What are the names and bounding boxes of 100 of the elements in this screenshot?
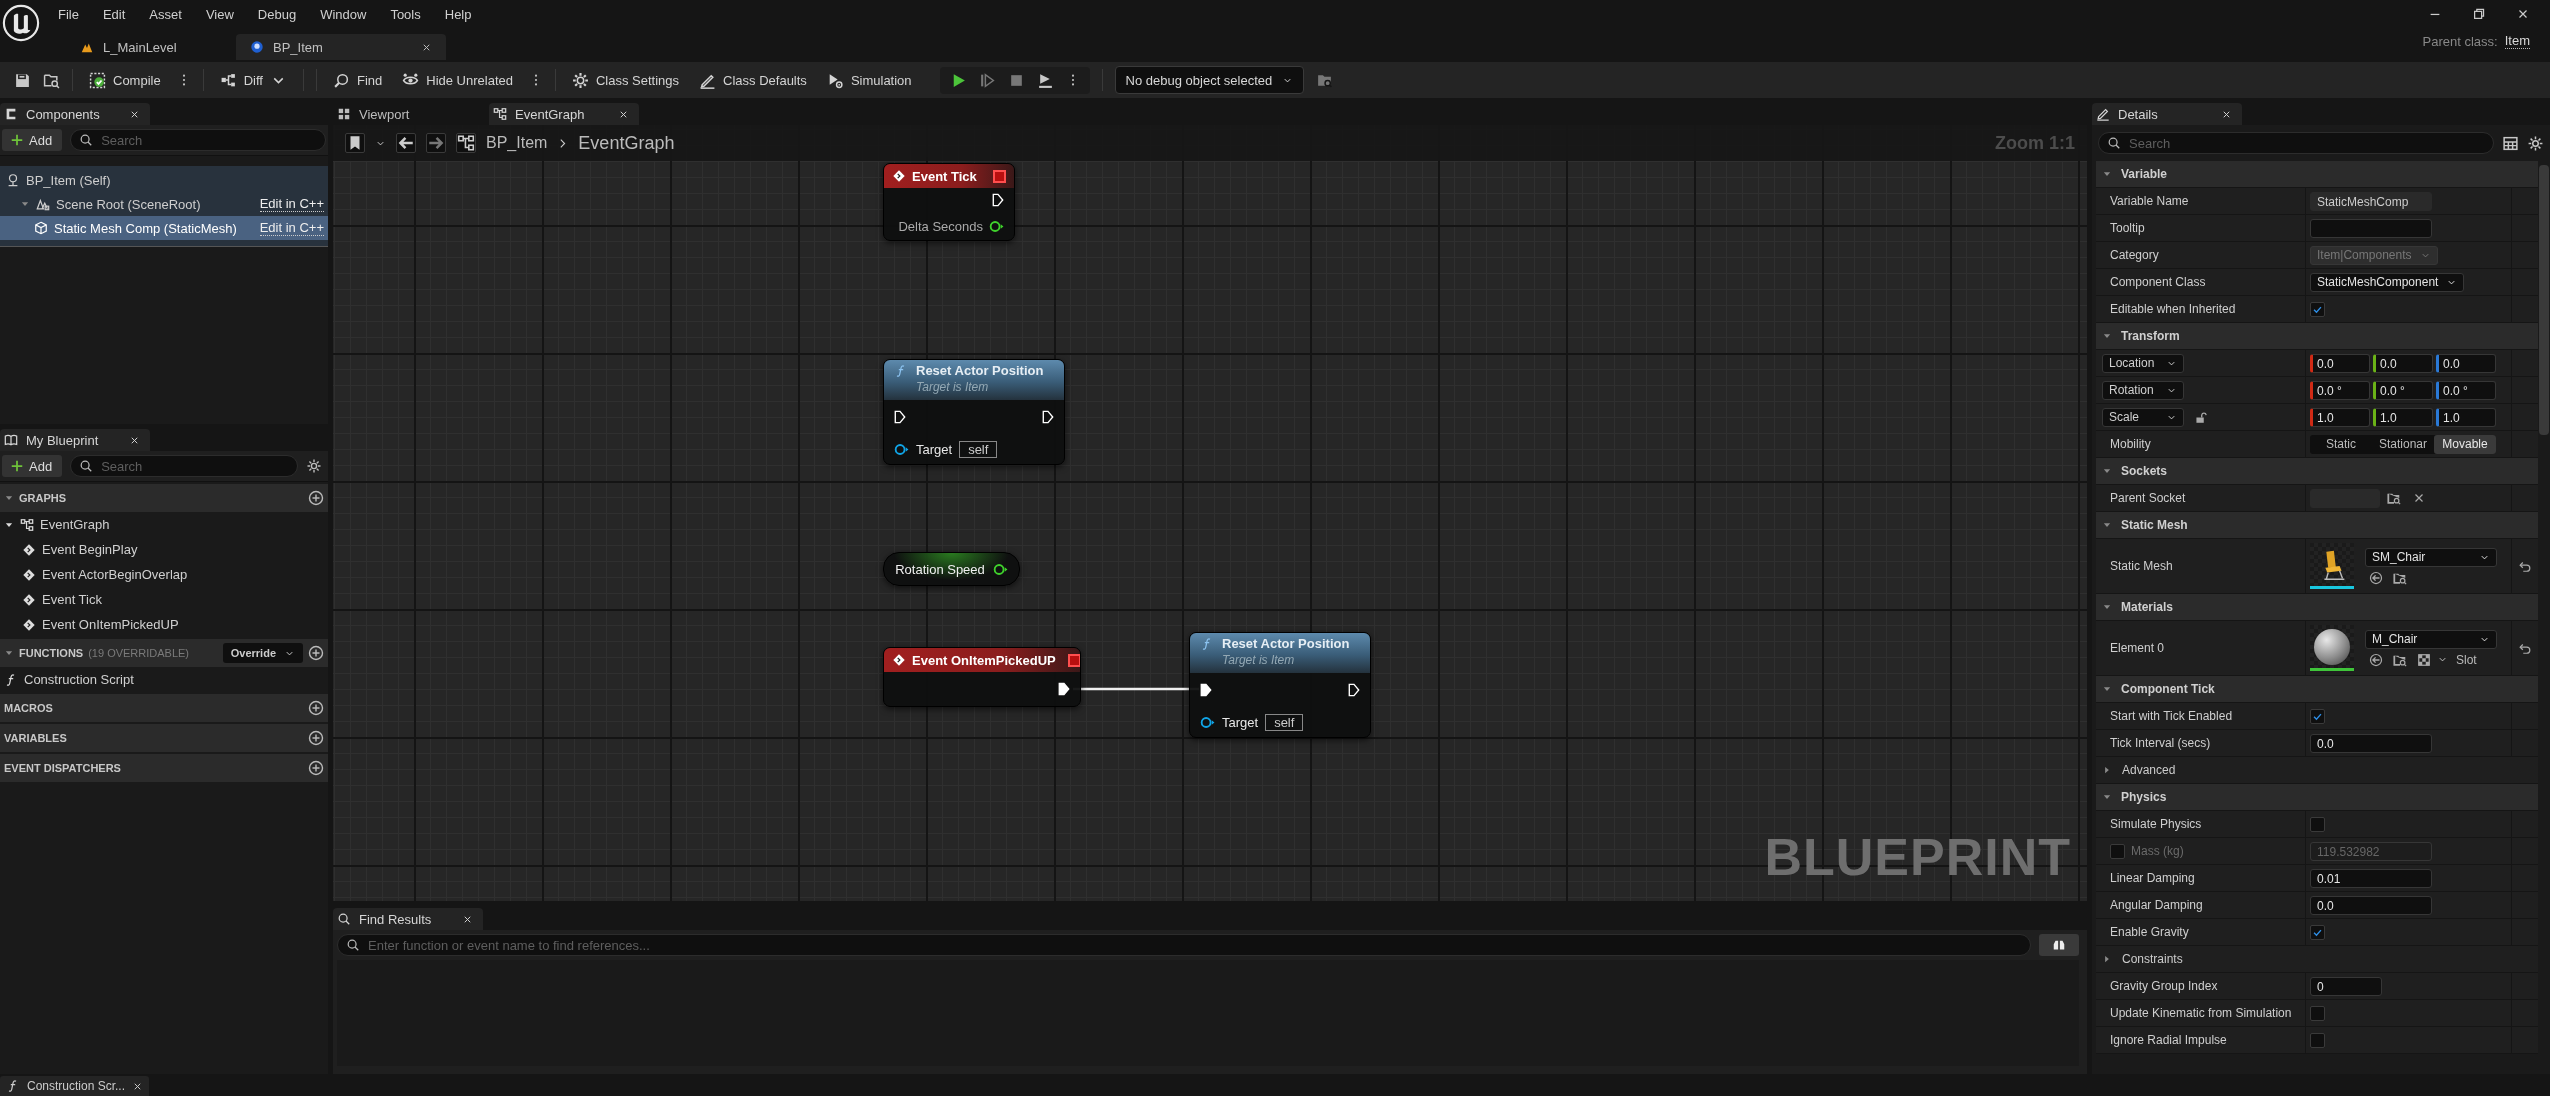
pin-default-value[interactable]: self [1265, 713, 1304, 731]
event-node[interactable]: Event OnItemPickedUP [883, 647, 1081, 707]
number-field[interactable]: 1.0 [2373, 407, 2433, 427]
checkbox[interactable] [2310, 1032, 2325, 1048]
search-field[interactable]: Search [2098, 132, 2494, 154]
category-header[interactable]: Physics [2096, 784, 2538, 811]
chair-thumbnail[interactable] [2310, 543, 2354, 589]
search-field[interactable]: Search [70, 129, 326, 151]
debug-object-dropdown[interactable]: No debug object selected [1114, 66, 1305, 94]
settings-icon[interactable] [2527, 134, 2544, 152]
find-field[interactable]: Enter function or event name to find references... [337, 934, 2031, 956]
dropdown[interactable]: StaticMeshComponent [2310, 272, 2465, 292]
step-icon[interactable] [978, 71, 996, 89]
forward-icon[interactable] [426, 133, 446, 153]
graph-tab[interactable]: Viewport [333, 103, 483, 125]
checkbox[interactable] [2310, 708, 2325, 724]
tree-item[interactable]: Scene Root (SceneRoot) Edit in C++ [0, 192, 328, 216]
document-tab[interactable]: BP_Item [236, 34, 446, 60]
add-icon[interactable] [308, 760, 324, 776]
exec-out-pin[interactable] [1348, 683, 1360, 697]
event-node[interactable]: Event Tick Delta Seconds [883, 163, 1015, 241]
back-icon[interactable] [396, 133, 416, 153]
exec-in-pin[interactable] [894, 410, 906, 424]
breadcrumb[interactable]: BP_Item [486, 134, 548, 152]
category-header[interactable]: Materials [2096, 594, 2538, 621]
delegate-pin[interactable] [993, 169, 1006, 183]
number-field[interactable]: 0.0 [2310, 353, 2370, 373]
transform-mode-dropdown[interactable]: Scale [2102, 407, 2184, 427]
menu-item[interactable]: Tools [378, 6, 433, 22]
padlock-icon[interactable] [2194, 410, 2207, 424]
table-icon[interactable] [2502, 134, 2519, 152]
asset-dropdown[interactable]: SM_Chair [2365, 547, 2497, 567]
category-header[interactable]: Sockets [2096, 458, 2538, 485]
function-node[interactable]: Reset Actor Position Target is Item Target self [1189, 632, 1371, 738]
compile-button[interactable]: Compile [85, 66, 165, 94]
tree-item[interactable]: Static Mesh Comp (StaticMesh) Edit in C++ [0, 216, 328, 240]
menu-item[interactable]: Window [308, 6, 379, 22]
variable-node[interactable]: Rotation Speed [883, 552, 1020, 586]
mobility-option[interactable]: Static [2310, 434, 2372, 454]
use-selected-icon[interactable] [2369, 652, 2383, 667]
breadcrumb[interactable]: EventGraph [578, 132, 675, 154]
checkbox[interactable] [2310, 924, 2325, 940]
bookmark-icon[interactable] [345, 133, 365, 153]
edit-in-cpp-link[interactable]: Edit in C++ [259, 220, 324, 236]
function-node[interactable]: Reset Actor Position Target is Item Target self [883, 359, 1065, 465]
override-dropdown[interactable]: Override [222, 643, 303, 663]
scrollbar-thumb[interactable] [2539, 165, 2549, 435]
blueprint-item[interactable]: Construction Script [0, 667, 328, 692]
use-selected-icon[interactable] [2369, 570, 2383, 585]
output-pin[interactable] [989, 219, 1004, 233]
transform-mode-dropdown[interactable]: Rotation [2102, 380, 2184, 400]
category-header[interactable]: Component Tick [2096, 676, 2538, 703]
section-header[interactable]: VARIABLES [0, 724, 328, 752]
number-field[interactable]: 1.0 [2310, 407, 2370, 427]
number-field[interactable]: 0.0 ° [2436, 380, 2496, 400]
eject-icon[interactable] [1036, 71, 1054, 89]
panel-tab[interactable]: Find Results [333, 908, 483, 930]
exec-in-pin[interactable] [1200, 683, 1212, 697]
panel-tab[interactable]: Components [0, 103, 150, 125]
exec-out-pin[interactable] [1042, 410, 1054, 424]
add-icon[interactable] [308, 730, 324, 746]
edit-in-cpp-link[interactable]: Edit in C++ [259, 196, 324, 212]
exec-out-pin[interactable] [992, 193, 1004, 207]
engine-logo[interactable] [2, 4, 40, 42]
add-icon[interactable] [308, 700, 324, 716]
text-field[interactable] [2310, 218, 2432, 238]
panel-tab[interactable]: Details [2092, 103, 2242, 125]
checker-icon[interactable] [2417, 652, 2431, 667]
browse-icon[interactable] [2387, 491, 2401, 505]
search-field[interactable]: Search [70, 455, 298, 477]
subcategory-header[interactable]: Advanced [2096, 757, 2538, 783]
text-field[interactable]: StaticMeshComp [2310, 191, 2432, 211]
restore-icon[interactable] [2472, 7, 2486, 21]
mobility-option[interactable]: Stationar [2372, 434, 2434, 454]
class-defaults-button[interactable]: Class Defaults [695, 66, 811, 94]
checkbox[interactable] [2310, 816, 2325, 832]
hide-unrelated-button[interactable]: Hide Unrelated [398, 66, 517, 94]
reset-arrow-icon[interactable] [2518, 641, 2532, 655]
menu-item[interactable]: File [46, 6, 91, 22]
number-field[interactable]: 0.0 [2373, 353, 2433, 373]
panel-tab[interactable]: My Blueprint [0, 429, 150, 451]
blueprint-item[interactable]: Event Tick [0, 587, 328, 612]
blueprint-item[interactable]: EventGraph [0, 512, 328, 537]
transform-mode-dropdown[interactable]: Location [2102, 353, 2184, 373]
category-header[interactable]: Static Mesh [2096, 512, 2538, 539]
add-icon[interactable] [308, 645, 324, 661]
pin-default-value[interactable]: self [959, 440, 998, 458]
menu-item[interactable]: Edit [90, 6, 138, 22]
browse-icon[interactable] [43, 71, 60, 89]
add-button[interactable]: Add [2, 455, 63, 477]
mobility-option[interactable]: Movable [2434, 434, 2496, 454]
document-tab[interactable]: L_MainLevel [66, 34, 236, 60]
section-header[interactable]: GRAPHS [0, 484, 328, 512]
menu-item[interactable]: Debug [245, 6, 309, 22]
asset-dropdown[interactable]: M_Chair [2365, 629, 2497, 649]
bottom-tab[interactable]: Construction Scr... [0, 1076, 150, 1096]
simulation-button[interactable]: Simulation [822, 66, 916, 94]
output-pin[interactable] [992, 562, 1008, 576]
menu-item[interactable]: View [193, 6, 246, 22]
text-field[interactable]: 0.0 [2310, 895, 2432, 915]
